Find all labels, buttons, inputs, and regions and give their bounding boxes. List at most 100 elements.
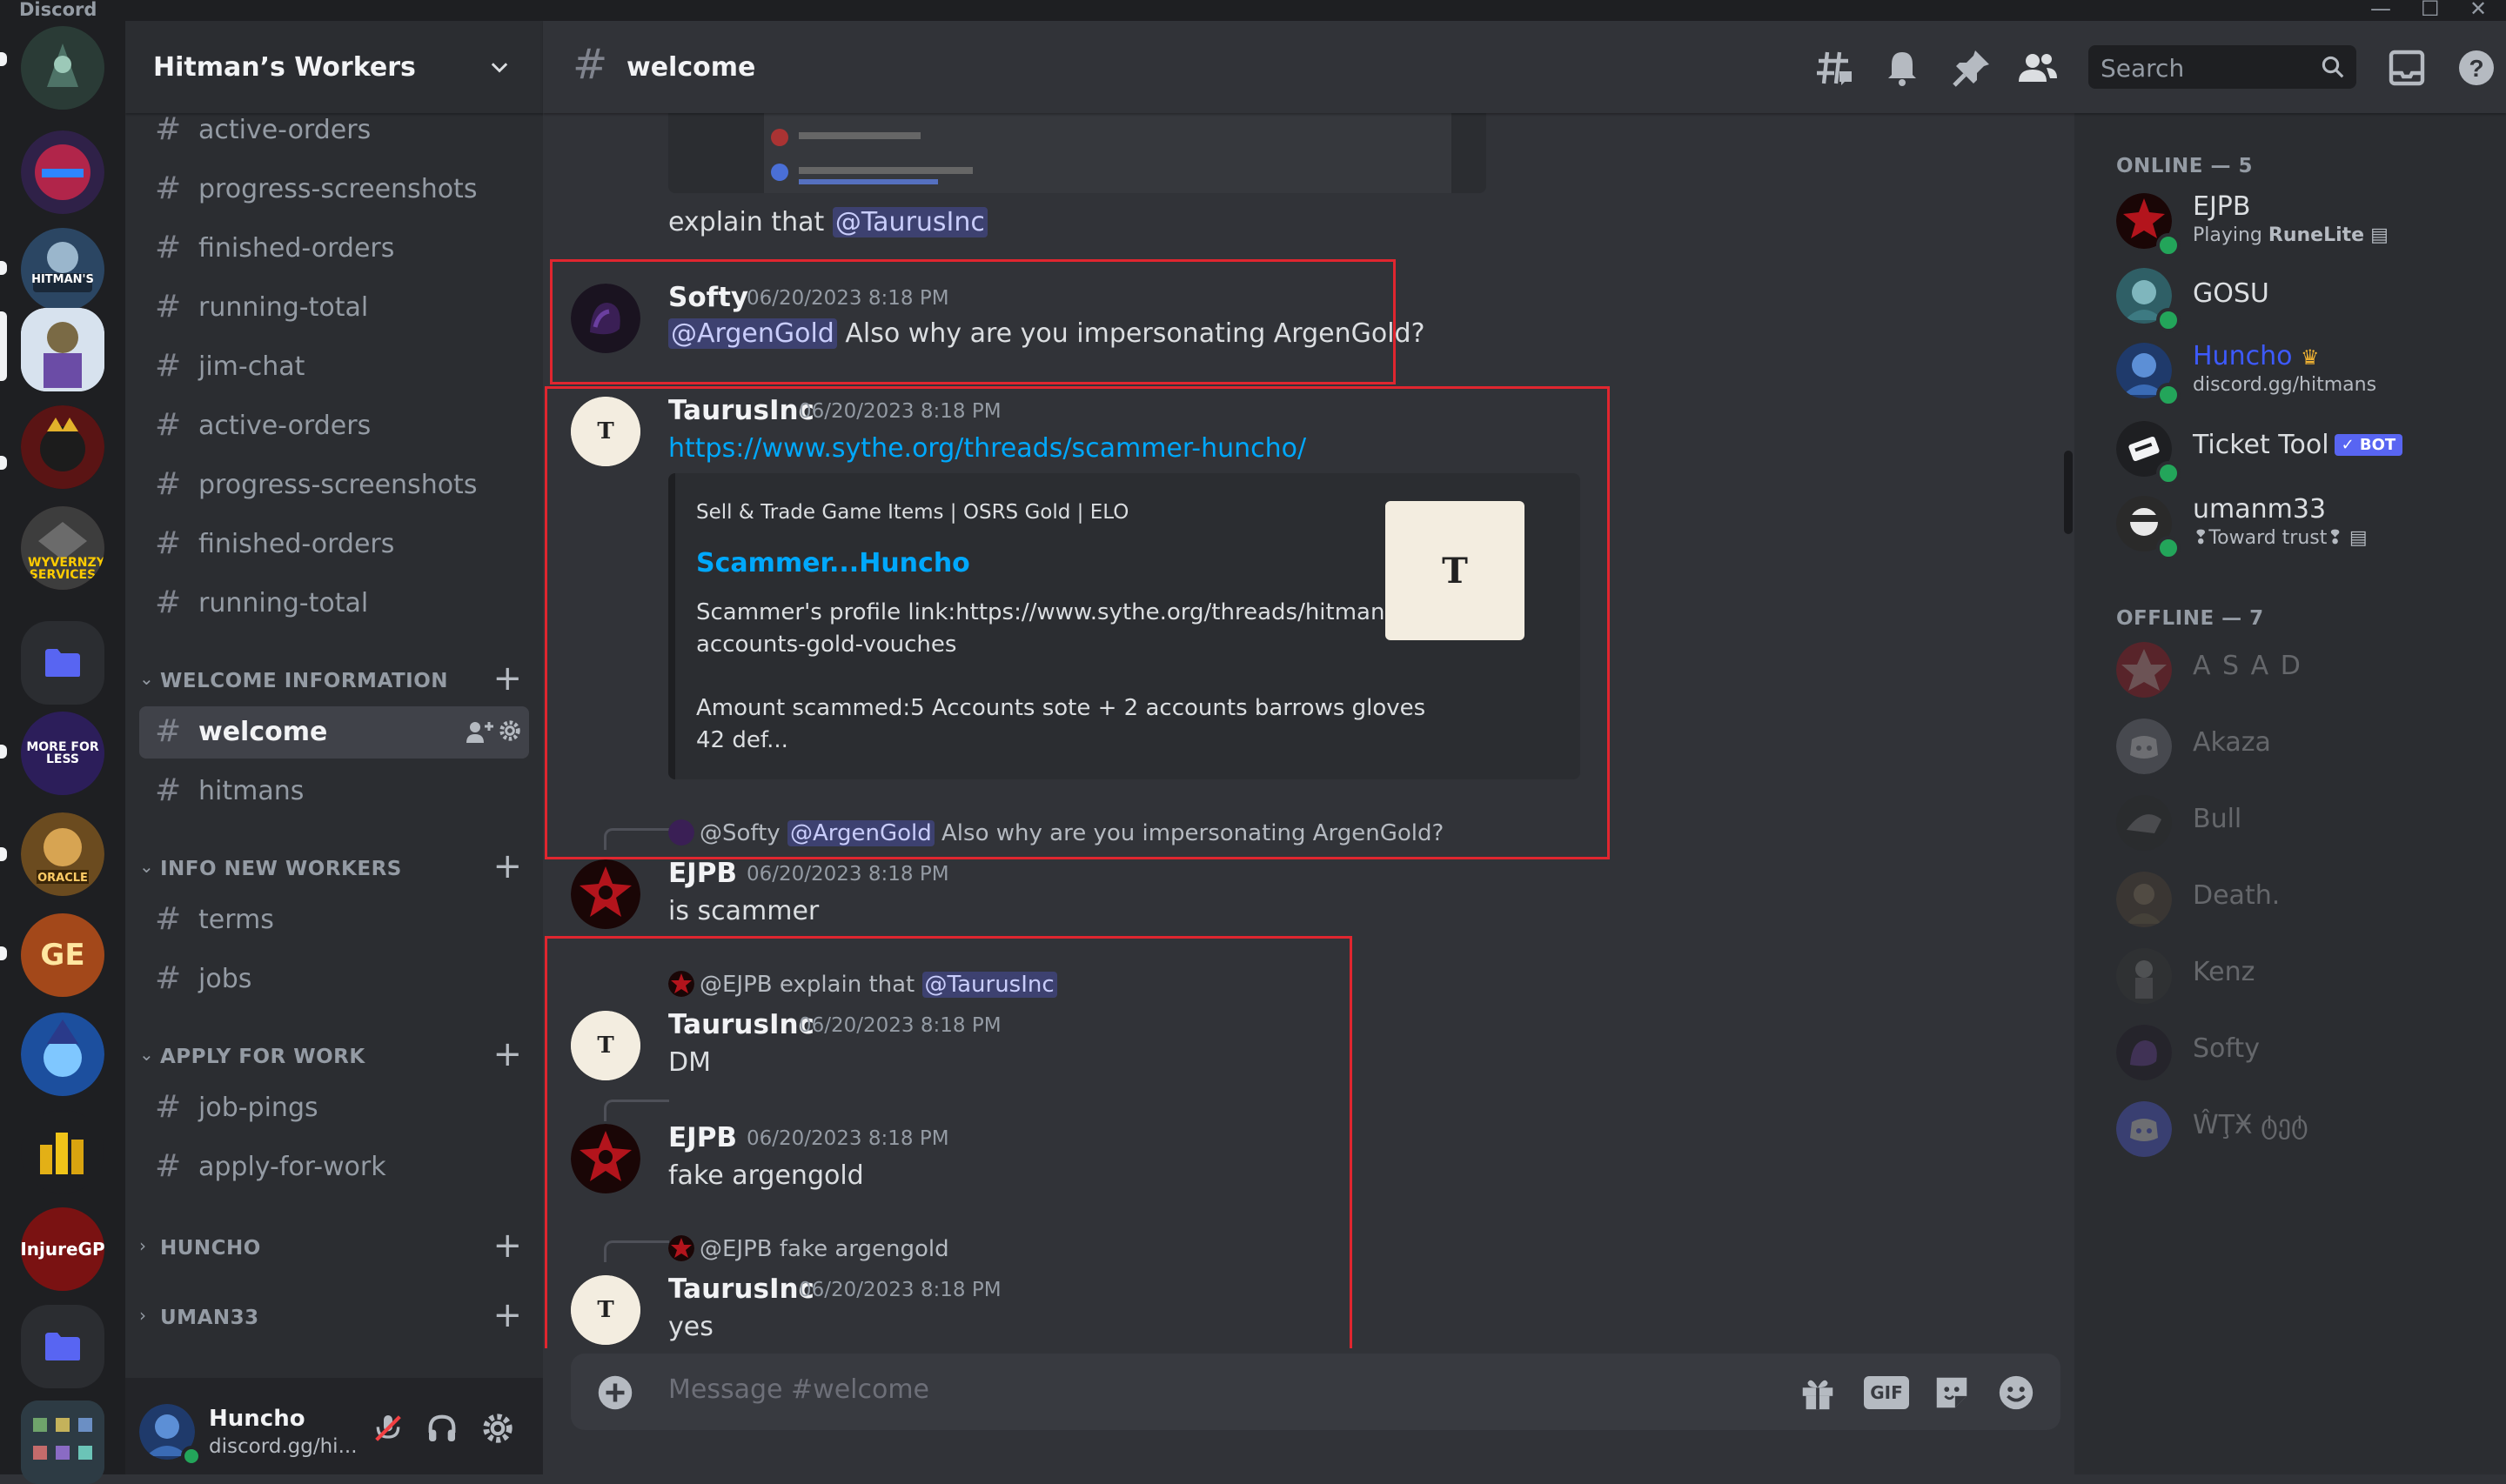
channel-item[interactable]: # jim-chat — [139, 341, 529, 393]
server-icon[interactable] — [21, 26, 104, 110]
emoji-icon[interactable] — [1996, 1373, 2036, 1413]
channel-item[interactable]: # progress-screenshots — [139, 459, 529, 511]
search-input[interactable]: Search — [2088, 45, 2356, 89]
close-window-button[interactable]: ✕ — [2469, 0, 2487, 19]
user-mention[interactable]: @TaurusInc — [832, 207, 988, 237]
invite-icon[interactable] — [465, 719, 494, 750]
channel-item[interactable]: # running-total — [139, 282, 529, 334]
server-icon[interactable]: GE — [21, 913, 104, 997]
minimize-button[interactable]: — — [2370, 0, 2391, 19]
server-icon[interactable] — [21, 1400, 104, 1484]
channel-item[interactable]: # hitmans — [139, 765, 529, 818]
channel-item[interactable]: # finished-orders — [139, 223, 529, 275]
inbox-icon[interactable] — [2386, 47, 2428, 89]
server-icon[interactable]: MORE FOR LESS — [21, 712, 104, 795]
channel-item[interactable]: # apply-for-work — [139, 1141, 529, 1193]
message-composer[interactable]: Message #welcome GIF — [571, 1354, 2060, 1430]
category-header[interactable]: › HUNCHO + — [132, 1228, 529, 1267]
add-channel-button[interactable]: + — [492, 1228, 522, 1263]
add-channel-button[interactable]: + — [492, 1037, 522, 1072]
member-item[interactable]: Akaza — [2116, 712, 2499, 781]
channel-item[interactable]: # jobs — [139, 953, 529, 1006]
server-icon[interactable]: WYVERNZY SERVICES — [21, 506, 104, 590]
message-input[interactable]: Message #welcome — [668, 1374, 929, 1405]
member-item[interactable]: Softy — [2116, 1018, 2499, 1087]
server-folder[interactable] — [21, 621, 104, 705]
member-item[interactable]: Ticket Tool ✓ BOT — [2116, 414, 2499, 485]
help-icon[interactable]: ? — [2456, 47, 2497, 89]
message-author[interactable]: Softy — [668, 282, 748, 313]
category-header[interactable]: ⌄ APPLY FOR WORK + — [132, 1037, 529, 1075]
avatar[interactable]: T — [571, 1011, 640, 1080]
message-author[interactable]: TaurusInc — [668, 1273, 814, 1305]
embed-title[interactable]: Scammer...Huncho — [696, 548, 970, 578]
server-icon[interactable]: InjureGP — [21, 1207, 104, 1291]
avatar[interactable]: T — [571, 1275, 640, 1345]
member-item[interactable]: A S A D — [2116, 635, 2499, 705]
category-header[interactable]: ⌄ INFO NEW WORKERS + — [132, 849, 529, 887]
server-icon[interactable] — [21, 130, 104, 214]
server-icon[interactable]: ORACLE — [21, 812, 104, 896]
channel-item-welcome[interactable]: # welcome — [139, 706, 529, 759]
member-item[interactable]: GOSU — [2116, 261, 2499, 332]
category-header[interactable]: ⌄ WELCOME INFORMATION + — [132, 661, 529, 699]
avatar[interactable] — [571, 284, 640, 353]
server-icon[interactable] — [21, 1013, 104, 1096]
server-header[interactable]: Hitman’s Workers — [125, 21, 543, 113]
member-item[interactable]: ŴŢӾ ტეტ — [2116, 1094, 2499, 1164]
embed-provider[interactable]: Sell & Trade Game Items | OSRS Gold | EL… — [696, 501, 1129, 524]
add-channel-button[interactable]: + — [492, 1298, 522, 1333]
message-author[interactable]: EJPB — [668, 858, 737, 889]
channel-item[interactable]: # terms — [139, 894, 529, 946]
user-mention[interactable]: @ArgenGold — [787, 820, 935, 846]
channel-item[interactable]: # progress-screenshots — [139, 164, 529, 216]
server-icon[interactable]: HITMAN'S — [21, 228, 104, 311]
pin-icon[interactable] — [1951, 47, 1993, 89]
member-item[interactable]: Death. — [2116, 865, 2499, 934]
avatar[interactable] — [571, 859, 640, 929]
gear-icon[interactable] — [498, 719, 522, 748]
gif-button[interactable]: GIF — [1864, 1376, 1909, 1409]
server-icon[interactable] — [21, 405, 104, 489]
message-author[interactable]: TaurusInc — [668, 395, 814, 426]
scrollbar[interactable] — [2064, 451, 2073, 534]
reply-preview[interactable]: @Softy @ArgenGold Also why are you imper… — [668, 819, 1444, 846]
chevron-down-icon[interactable] — [487, 56, 512, 80]
user-mention[interactable]: @TaurusInc — [921, 972, 1057, 998]
channel-item[interactable]: # job-pings — [139, 1082, 529, 1134]
embed-thumbnail[interactable]: T — [1385, 501, 1524, 640]
threads-icon[interactable] — [1813, 47, 1855, 89]
member-list-icon[interactable] — [2017, 47, 2059, 89]
reply-preview[interactable]: @EJPB explain that @TaurusInc — [668, 971, 1057, 998]
category-header[interactable]: › UMAN33 + — [132, 1298, 529, 1336]
message-author[interactable]: EJPB — [668, 1122, 737, 1153]
avatar[interactable]: T — [571, 397, 640, 466]
sticker-icon[interactable] — [1932, 1373, 1972, 1413]
maximize-button[interactable]: ☐ — [2421, 0, 2440, 19]
gift-icon[interactable] — [1798, 1373, 1838, 1413]
channel-item[interactable]: # active-orders — [139, 400, 529, 452]
member-item[interactable]: EJPB Playing RuneLite ▤ — [2116, 186, 2499, 257]
message-author[interactable]: TaurusInc — [668, 1009, 814, 1040]
message-link[interactable]: https://www.sythe.org/threads/scammer-hu… — [668, 433, 1306, 464]
channel-item[interactable]: # finished-orders — [139, 518, 529, 571]
user-mention[interactable]: @ArgenGold — [668, 318, 837, 349]
member-item[interactable]: Huncho ♛ discord.gg/hitmans — [2116, 336, 2499, 407]
add-channel-button[interactable]: + — [492, 661, 522, 696]
image-attachment[interactable] — [668, 113, 1486, 193]
add-channel-button[interactable]: + — [492, 849, 522, 884]
member-item[interactable]: Bull — [2116, 788, 2499, 858]
server-folder[interactable] — [21, 1305, 104, 1388]
avatar[interactable] — [571, 1124, 640, 1193]
reply-preview[interactable]: @EJPB fake argengold — [668, 1235, 949, 1262]
add-attachment-icon[interactable] — [597, 1374, 633, 1411]
server-icon[interactable] — [21, 1110, 104, 1193]
bell-icon[interactable] — [1881, 47, 1923, 89]
headphones-icon[interactable] — [425, 1411, 459, 1446]
member-item[interactable]: Kenz — [2116, 941, 2499, 1011]
settings-gear-icon[interactable] — [480, 1411, 515, 1446]
channel-item[interactable]: # running-total — [139, 578, 529, 630]
member-item[interactable]: umanm33 ❢Toward trust❢ ▤ — [2116, 489, 2499, 560]
mic-muted-icon[interactable] — [371, 1411, 405, 1446]
server-icon-selected[interactable] — [21, 308, 104, 391]
